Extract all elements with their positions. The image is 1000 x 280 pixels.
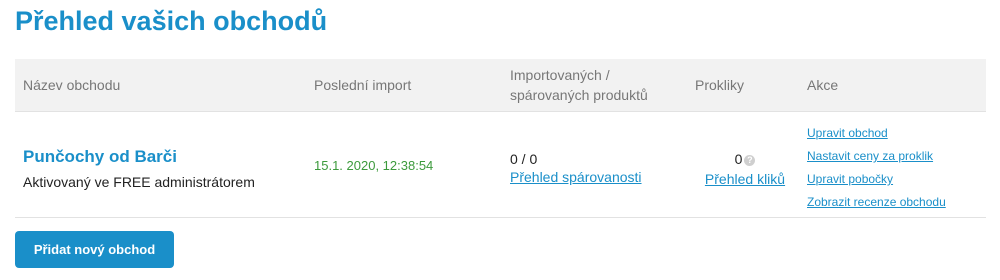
header-actions: Akce <box>807 77 839 93</box>
clicks-overview-link[interactable]: Přehled kliků <box>695 171 795 187</box>
last-import-date: 15.1. 2020, 12:38:54 <box>314 158 434 173</box>
shop-status-text: Aktivovaný ve FREE administrátorem <box>23 174 255 190</box>
edit-shop-link[interactable]: Upravit obchod <box>807 122 946 145</box>
pairing-overview-link[interactable]: Přehled spárovanosti <box>510 169 642 185</box>
table-header: Název obchodu Poslední import Importovan… <box>15 59 986 112</box>
actions-list: Upravit obchod Nastavit ceny za proklik … <box>807 122 946 214</box>
clicks-cell: 0? Přehled kliků <box>695 151 795 187</box>
header-products: Importovaných / spárovaných produktů <box>510 59 690 111</box>
products-count: 0 / 0 <box>510 151 538 167</box>
shop-name-link[interactable]: Punčochy od Barči <box>23 147 177 167</box>
add-shop-button[interactable]: Přidat nový obchod <box>15 231 174 268</box>
edit-branches-link[interactable]: Upravit pobočky <box>807 168 946 191</box>
help-icon[interactable]: ? <box>744 155 756 166</box>
clicks-count: 0 <box>734 151 743 167</box>
shops-table: Název obchodu Poslední import Importovan… <box>15 59 986 218</box>
header-clicks: Prokliky <box>695 77 745 93</box>
show-reviews-link[interactable]: Zobrazit recenze obchodu <box>807 191 946 214</box>
header-products-line2: spárovaných produktů <box>510 87 648 103</box>
table-row: Punčochy od Barči Aktivovaný ve FREE adm… <box>15 112 986 218</box>
page-title: Přehled vašich obchodů <box>15 6 328 36</box>
header-products-line1: Importovaných / <box>510 67 610 83</box>
set-click-prices-link[interactable]: Nastavit ceny za proklik <box>807 145 946 168</box>
header-last-import: Poslední import <box>314 77 412 93</box>
header-shop-name: Název obchodu <box>23 77 121 93</box>
